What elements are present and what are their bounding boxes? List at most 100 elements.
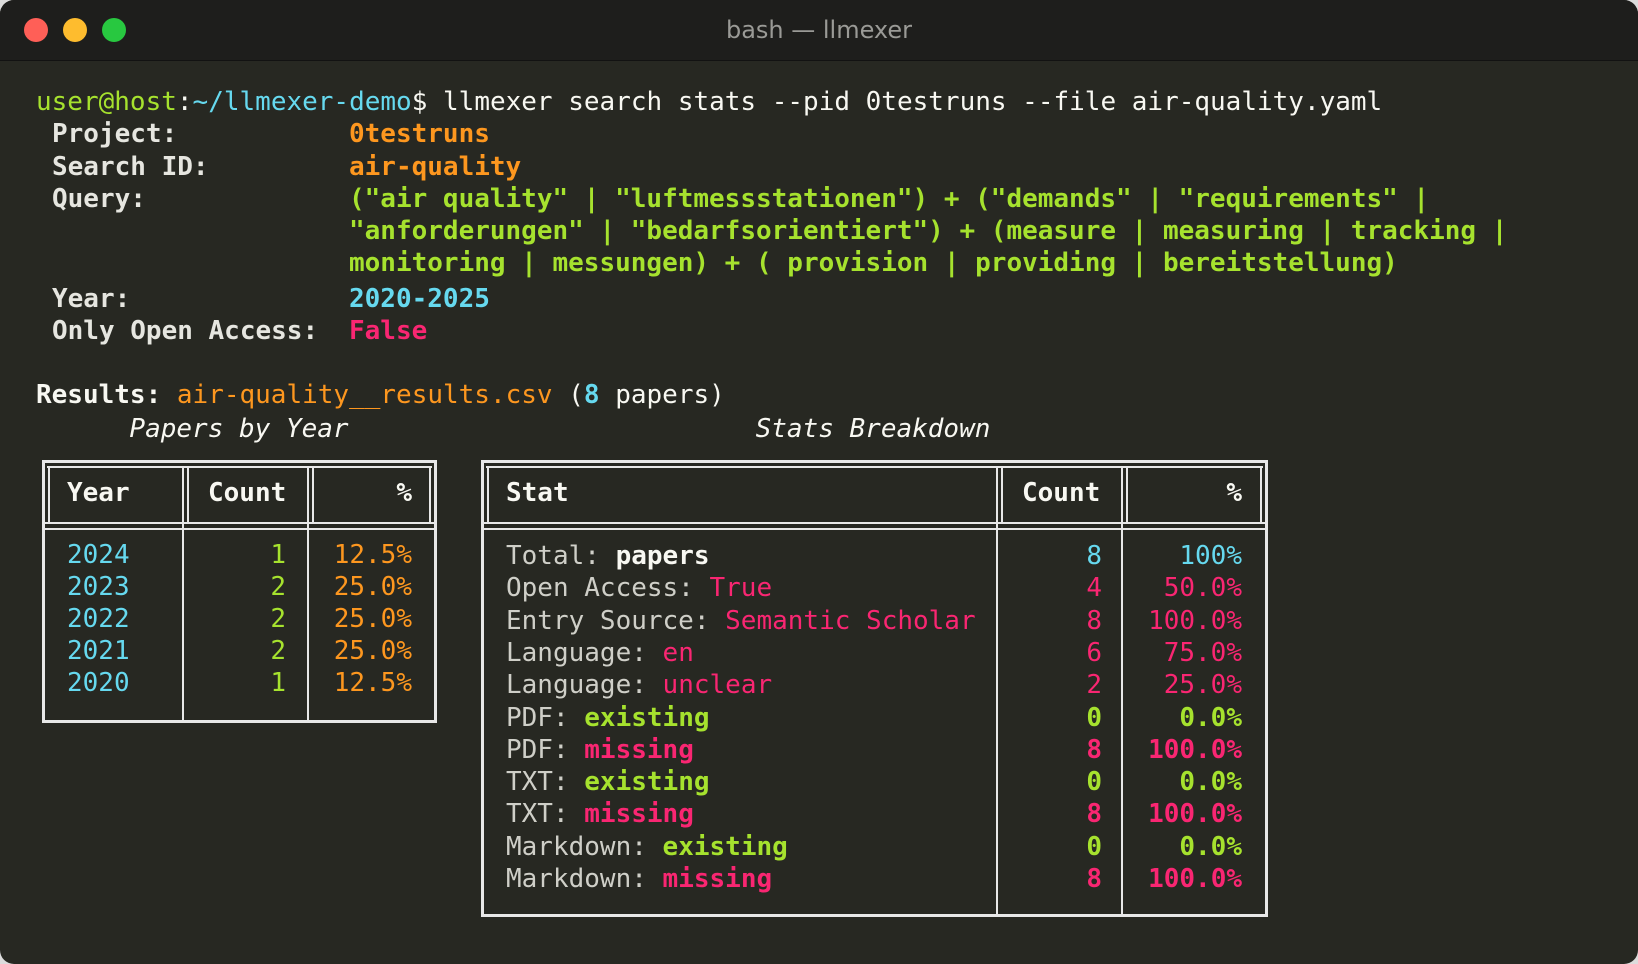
- open-access-label: Only Open Access:: [52, 316, 319, 346]
- stat-key: Markdown:: [506, 831, 663, 862]
- stat-cell: Markdown: missing: [506, 863, 772, 895]
- stat-key: Open Access:: [506, 573, 710, 604]
- count-cell: 0: [1086, 767, 1102, 798]
- year-cell: 2021: [67, 636, 130, 666]
- count-cell: 1: [270, 540, 286, 570]
- results-paren: (: [552, 380, 584, 410]
- count-cell: 6: [1086, 637, 1102, 668]
- year-header-year: Year: [67, 478, 130, 508]
- results-label: Results:: [36, 380, 162, 410]
- stat-value: missing: [662, 864, 773, 894]
- year-cell: 2020: [67, 668, 130, 698]
- percent-cell: 50.0%: [1163, 573, 1242, 604]
- stat-cell: TXT: existing: [506, 766, 710, 798]
- percent-cell: 12.5%: [333, 540, 412, 570]
- count-cell: 8: [1086, 541, 1102, 571]
- open-access-value: False: [349, 316, 428, 346]
- stat-cell: Open Access: True: [506, 572, 772, 604]
- table-border: [47, 466, 432, 468]
- percent-cell: 0.0%: [1179, 702, 1242, 733]
- query-line-2: "anforderungen" | "bedarfsorientiert") +…: [349, 216, 1508, 246]
- stat-key: Entry Source:: [506, 605, 726, 636]
- command-prompt-line: user@host:~/llmexer-demo$ llmexer search…: [36, 86, 1382, 118]
- count-cell: 0: [1086, 702, 1102, 733]
- stat-key: PDF:: [506, 734, 585, 765]
- count-cell: 8: [1086, 799, 1102, 830]
- table-border: [312, 466, 314, 524]
- stats-breakdown-title: Stats Breakdown: [755, 414, 991, 444]
- table-border: [1121, 466, 1123, 914]
- papers-by-year-title: Papers by Year: [129, 414, 349, 444]
- percent-cell: 100.0%: [1148, 799, 1242, 830]
- percent-cell: 100.0%: [1148, 864, 1242, 894]
- search-id-label: Search ID:: [52, 152, 209, 182]
- count-cell: 2: [270, 572, 286, 602]
- count-cell: 8: [1086, 864, 1102, 894]
- terminal-content[interactable]: user@host:~/llmexer-demo$ llmexer search…: [0, 0, 1638, 964]
- table-border: [42, 528, 437, 530]
- search-id-value: air-quality: [349, 152, 522, 182]
- stat-cell: Markdown: existing: [506, 831, 788, 863]
- percent-cell: 100.0%: [1148, 734, 1242, 765]
- stat-cell: Entry Source: Semantic Scholar: [506, 605, 976, 637]
- table-border: [434, 460, 437, 723]
- year-cell: 2023: [67, 572, 130, 602]
- results-file: air-quality__results.csv: [176, 380, 553, 410]
- year-cell: 2024: [67, 540, 130, 570]
- table-border: [486, 466, 1263, 468]
- stat-cell: Language: en: [506, 637, 694, 669]
- prompt-dollar: $: [411, 87, 428, 117]
- stat-value: existing: [584, 702, 710, 733]
- stat-value: existing: [662, 831, 788, 862]
- project-label: Project:: [52, 119, 178, 149]
- percent-cell: 25.0%: [333, 636, 412, 666]
- stats-header-count: Count: [1022, 478, 1101, 508]
- count-cell: 1: [270, 668, 286, 698]
- stat-cell: TXT: missing: [506, 798, 694, 830]
- table-border: [481, 528, 1268, 530]
- count-cell: 4: [1086, 573, 1102, 604]
- results-count: 8: [583, 380, 600, 410]
- stat-value: missing: [584, 799, 694, 830]
- project-value: 0testruns: [349, 119, 490, 149]
- stat-value: papers: [615, 541, 710, 571]
- count-cell: 2: [1086, 670, 1102, 701]
- count-cell: 0: [1086, 831, 1102, 862]
- percent-cell: 25.0%: [1163, 670, 1242, 701]
- results-papers-suffix: papers): [599, 380, 725, 410]
- table-border: [48, 466, 50, 524]
- table-border: [481, 460, 484, 917]
- table-border: [182, 466, 184, 720]
- table-border: [481, 460, 1268, 463]
- stat-key: Markdown:: [506, 864, 663, 894]
- query-label: Query:: [52, 184, 146, 214]
- stat-value: en: [662, 637, 694, 668]
- stat-key: PDF:: [506, 702, 585, 733]
- year-header-percent: %: [396, 478, 412, 508]
- terminal-window: bash — llmexer user@host:~/llmexer-demo$…: [0, 0, 1638, 964]
- prompt-path: ~/llmexer-demo: [192, 87, 412, 117]
- stat-value: Semantic Scholar: [725, 605, 976, 636]
- stat-value: existing: [584, 767, 710, 798]
- stat-value: True: [709, 573, 773, 604]
- table-border: [42, 460, 437, 463]
- percent-cell: 100%: [1179, 541, 1242, 571]
- stat-cell: PDF: existing: [506, 702, 710, 734]
- count-cell: 2: [270, 636, 286, 666]
- stat-value: unclear: [662, 670, 773, 701]
- stat-value: missing: [584, 734, 694, 765]
- stat-cell: Total: papers: [506, 540, 710, 572]
- year-cell: 2022: [67, 604, 130, 634]
- table-border: [1126, 466, 1128, 524]
- stat-key: Language:: [506, 670, 663, 701]
- year-value: 2020-2025: [349, 284, 490, 314]
- percent-cell: 0.0%: [1179, 767, 1242, 798]
- percent-cell: 25.0%: [333, 572, 412, 602]
- table-border: [1260, 466, 1262, 524]
- stat-key: Language:: [506, 637, 663, 668]
- query-line-1: ("air quality" | "luftmessstationen") + …: [349, 184, 1430, 214]
- count-cell: 8: [1086, 734, 1102, 765]
- table-border: [1001, 466, 1003, 524]
- stats-header-percent: %: [1226, 478, 1242, 508]
- table-border: [429, 466, 431, 524]
